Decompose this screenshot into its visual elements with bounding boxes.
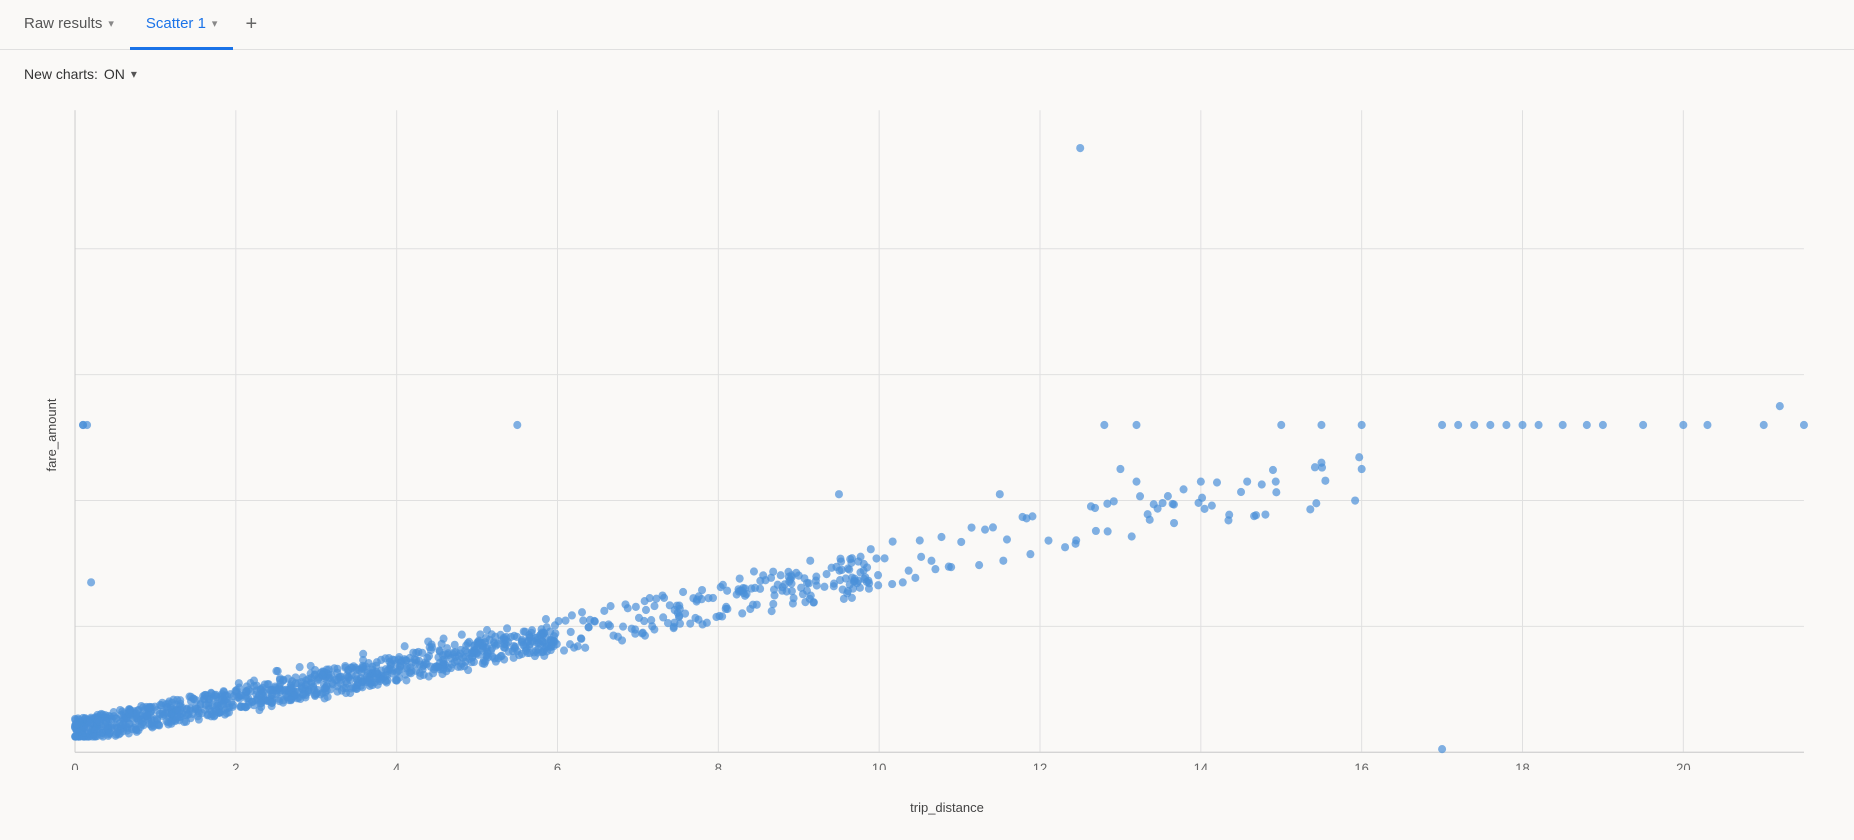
new-charts-chevron: ▾ — [131, 67, 137, 81]
svg-text:18: 18 — [1515, 761, 1529, 770]
tab-raw-results-label: Raw results — [24, 15, 102, 32]
svg-text:16: 16 — [1354, 761, 1368, 770]
tab-bar: Raw results ▾ Scatter 1 ▾ + — [0, 0, 1854, 50]
svg-text:2: 2 — [232, 761, 239, 770]
tab-raw-results[interactable]: Raw results ▾ — [8, 0, 130, 50]
svg-text:6: 6 — [554, 761, 561, 770]
scatter-chart-container: fare_amount trip_distance 02040608002468… — [0, 90, 1854, 830]
chart-controls: New charts: ON ▾ — [0, 50, 1854, 90]
svg-text:8: 8 — [715, 761, 722, 770]
svg-text:10: 10 — [872, 761, 886, 770]
svg-text:0: 0 — [71, 761, 78, 770]
svg-text:20: 20 — [1676, 761, 1690, 770]
tab-raw-results-chevron: ▾ — [108, 17, 114, 30]
svg-text:12: 12 — [1033, 761, 1047, 770]
new-charts-label: New charts: — [24, 66, 98, 82]
svg-text:4: 4 — [393, 761, 400, 770]
y-axis-label: fare_amount — [44, 399, 59, 472]
x-axis-label: trip_distance — [910, 800, 984, 815]
add-tab-button[interactable]: + — [233, 0, 269, 50]
new-charts-toggle[interactable]: New charts: ON ▾ — [24, 66, 137, 82]
tab-scatter-1-label: Scatter 1 — [146, 15, 206, 32]
new-charts-value: ON — [104, 66, 125, 82]
svg-text:14: 14 — [1194, 761, 1208, 770]
tab-scatter-1[interactable]: Scatter 1 ▾ — [130, 0, 234, 50]
tab-scatter-1-chevron: ▾ — [212, 17, 218, 30]
scatter-plot-svg: 02040608002468101214161820 — [70, 100, 1824, 770]
add-tab-icon: + — [245, 13, 257, 36]
chart-inner: fare_amount trip_distance 02040608002468… — [70, 100, 1824, 770]
